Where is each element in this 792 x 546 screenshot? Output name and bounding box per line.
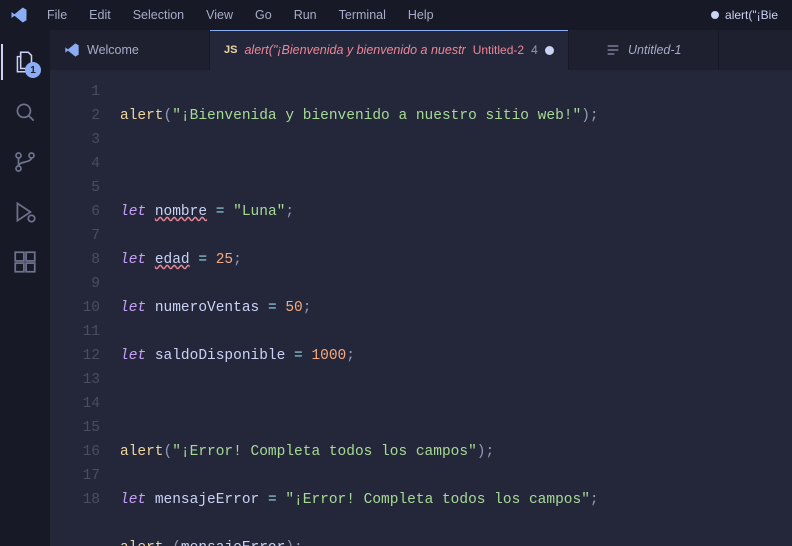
tab-untitled-label: Untitled-1 — [628, 43, 682, 57]
window-title: alert("¡Bie — [711, 8, 784, 22]
tab-active-title: alert("¡Bienvenida y bienvenido a nuestr — [244, 43, 465, 57]
menubar: File Edit Selection View Go Run Terminal… — [0, 0, 792, 30]
activity-source-control[interactable] — [1, 138, 49, 186]
text-lines-icon — [605, 42, 621, 58]
dirty-indicator-icon — [545, 46, 554, 55]
tab-active-count: 4 — [531, 43, 538, 57]
tab-active-js[interactable]: JS alert("¡Bienvenida y bienvenido a nue… — [210, 30, 569, 70]
tab-untitled-1[interactable]: Untitled-1 — [569, 30, 719, 70]
menu-run[interactable]: Run — [285, 4, 326, 26]
activity-run-debug[interactable] — [1, 188, 49, 236]
menu-terminal[interactable]: Terminal — [330, 4, 395, 26]
menu-selection[interactable]: Selection — [124, 4, 193, 26]
dirty-dot-icon — [711, 11, 719, 19]
extensions-icon — [12, 249, 38, 275]
explorer-badge: 1 — [25, 62, 41, 78]
activity-explorer[interactable]: 1 — [1, 38, 49, 86]
editor-tabs: Welcome JS alert("¡Bienvenida y bienveni… — [50, 30, 792, 70]
code-content[interactable]: alert("¡Bienvenida y bienvenido a nuestr… — [120, 70, 792, 546]
activity-extensions[interactable] — [1, 238, 49, 286]
menu-help[interactable]: Help — [399, 4, 443, 26]
js-filetype-icon: JS — [224, 44, 237, 56]
line-gutter: 123 456 789 101112 131415 161718 — [50, 70, 120, 546]
vscode-logo-icon — [10, 6, 28, 24]
vscode-icon — [64, 42, 80, 58]
window-title-text: alert("¡Bie — [725, 8, 778, 22]
menu-file[interactable]: File — [38, 4, 76, 26]
menu-edit[interactable]: Edit — [80, 4, 120, 26]
search-icon — [12, 99, 38, 125]
branch-icon — [12, 149, 38, 175]
menu-view[interactable]: View — [197, 4, 242, 26]
tab-active-suffix: Untitled-2 — [473, 43, 524, 57]
tab-welcome-label: Welcome — [87, 43, 139, 57]
tab-welcome[interactable]: Welcome — [50, 30, 210, 70]
play-bug-icon — [12, 199, 38, 225]
editor-area: Welcome JS alert("¡Bienvenida y bienveni… — [50, 30, 792, 546]
activity-search[interactable] — [1, 88, 49, 136]
menu-go[interactable]: Go — [246, 4, 281, 26]
activity-bar: 1 — [0, 30, 50, 546]
code-editor[interactable]: 123 456 789 101112 131415 161718 alert("… — [50, 70, 792, 546]
